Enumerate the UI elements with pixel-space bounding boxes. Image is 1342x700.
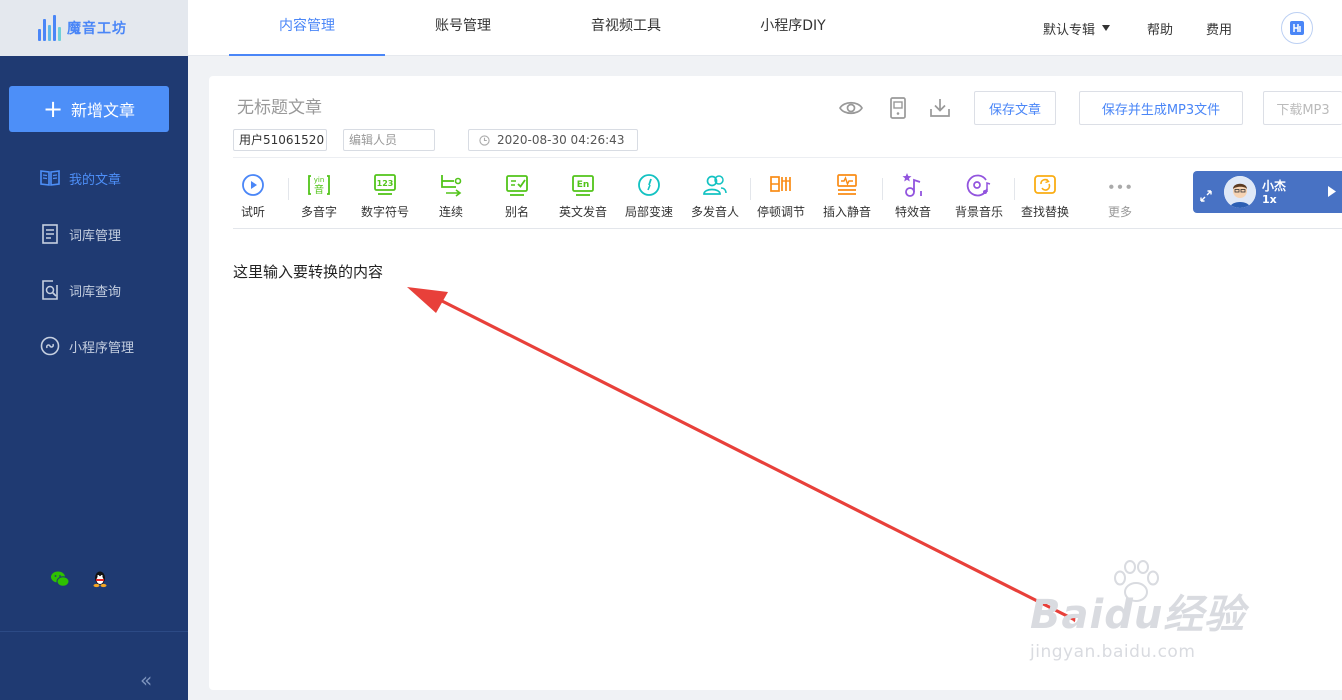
watermark-brand: Baidu经验 — [1030, 592, 1246, 638]
watermark-url: jingyan.baidu.com — [1030, 642, 1196, 662]
